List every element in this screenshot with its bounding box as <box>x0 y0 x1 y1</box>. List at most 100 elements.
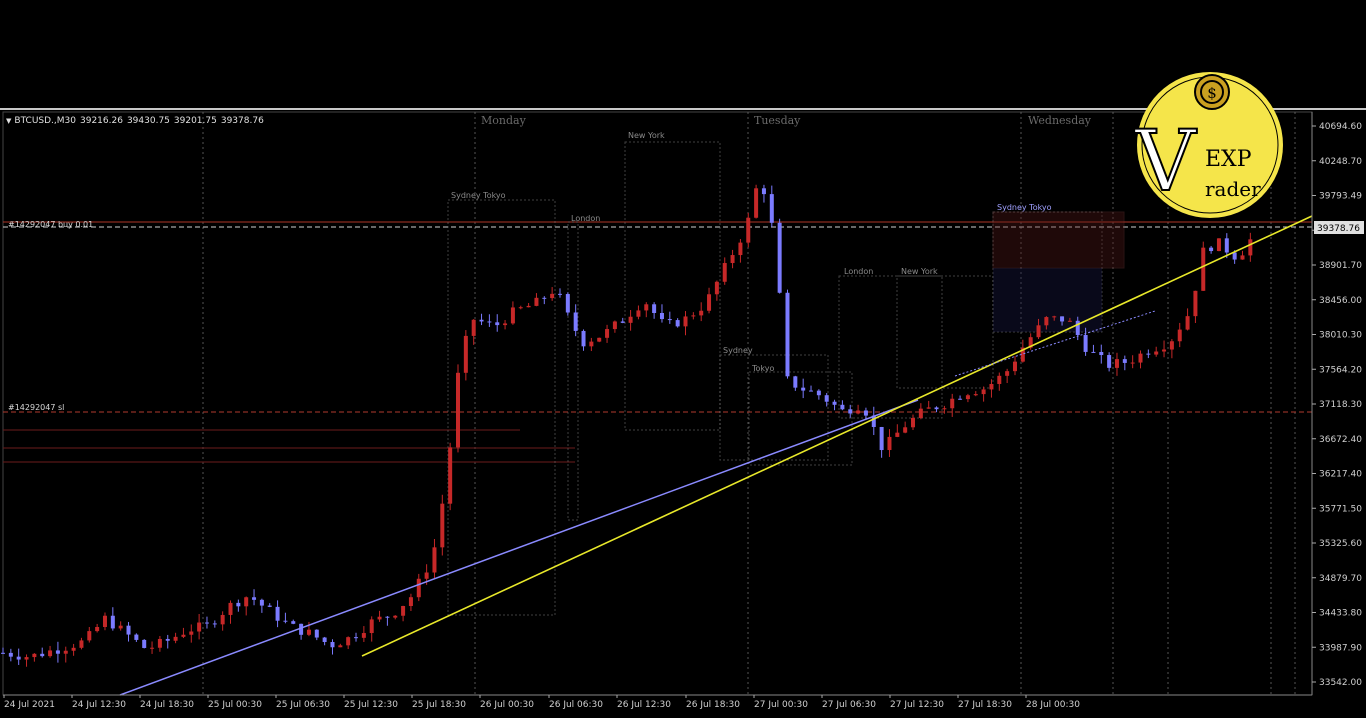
candle-body <box>157 638 162 648</box>
candle-body <box>197 622 202 632</box>
candle-body <box>887 436 892 451</box>
candle-body <box>63 650 68 654</box>
session-label: New York <box>628 131 665 140</box>
candle-body <box>40 653 45 657</box>
candle-body <box>1138 353 1143 363</box>
candle-body <box>212 623 217 625</box>
x-tick-label: 24 Jul 12:30 <box>72 700 126 710</box>
candle-body <box>322 637 327 643</box>
candle-body <box>1240 255 1245 260</box>
x-tick-label: 27 Jul 00:30 <box>754 700 808 710</box>
candle-body <box>911 417 916 428</box>
candle-body <box>346 637 351 646</box>
x-tick-label: 27 Jul 12:30 <box>890 700 944 710</box>
session-box-0 <box>447 199 556 616</box>
candle-body <box>424 572 429 579</box>
candle-body <box>338 645 343 648</box>
high-value: 39430.75 <box>126 116 170 126</box>
candle-body <box>699 310 704 316</box>
candle-body <box>142 639 147 648</box>
candle-body <box>236 602 241 607</box>
candle-body <box>1185 316 1190 330</box>
candle-body <box>863 410 868 416</box>
y-tick-label: 34879.70 <box>1319 574 1362 584</box>
candle-body <box>181 634 186 637</box>
yellow-trend-line <box>361 215 1313 657</box>
low-value: 39201.75 <box>173 116 217 126</box>
candle-body <box>667 319 672 321</box>
svg-text:$: $ <box>1207 84 1217 102</box>
candle-body <box>707 294 712 311</box>
candle-body <box>950 398 955 409</box>
candle-body <box>220 614 225 625</box>
x-tick-label: 25 Jul 06:30 <box>276 700 330 710</box>
candle-body <box>746 217 751 243</box>
x-tick-label: 26 Jul 06:30 <box>549 700 603 710</box>
candle-body <box>204 622 209 624</box>
candle-body <box>848 409 853 414</box>
y-tick-label: 35771.50 <box>1319 504 1362 514</box>
candle-body <box>228 602 233 615</box>
candle-body <box>173 636 178 641</box>
candle-body <box>1248 239 1253 256</box>
candle-body <box>126 625 131 635</box>
x-tick-label: 27 Jul 06:30 <box>822 700 876 710</box>
candle-body <box>1130 362 1135 364</box>
candle-body <box>385 616 390 618</box>
candle-body <box>573 312 578 331</box>
candle-body <box>510 307 515 324</box>
candle-body <box>32 653 37 658</box>
candle-body <box>769 194 774 223</box>
y-tick-label: 39793.49 <box>1319 192 1362 202</box>
candle-body <box>1162 349 1167 352</box>
candle-body <box>1044 317 1049 326</box>
session-label: New York <box>901 267 938 276</box>
candle-body <box>377 616 382 620</box>
candle-body <box>1107 355 1112 368</box>
y-tick-label: 35325.60 <box>1319 539 1362 549</box>
candle-body <box>683 316 688 327</box>
candle-body <box>463 335 468 373</box>
candle-body <box>87 631 92 641</box>
candle-body <box>1216 238 1221 252</box>
candle-body <box>605 329 610 338</box>
candle-body <box>118 625 123 629</box>
x-tick-label: 26 Jul 12:30 <box>617 700 671 710</box>
candle-body <box>456 372 461 448</box>
candle-body <box>934 407 939 410</box>
candle-body <box>110 615 115 629</box>
candle-body <box>306 629 311 635</box>
svg-text:EXP: EXP <box>1205 147 1252 172</box>
candle-body <box>989 383 994 390</box>
candle-body <box>628 316 633 323</box>
candle-body <box>809 390 814 392</box>
y-tick-label: 34433.80 <box>1319 609 1362 619</box>
candle-body <box>8 652 13 657</box>
y-tick-label: 40248.70 <box>1319 157 1362 167</box>
plot-border <box>2 111 1313 696</box>
symbol-label: BTCUSD.,M30 <box>14 116 76 126</box>
dropdown-triangle-icon[interactable]: ▼ <box>6 117 11 125</box>
candle-body <box>895 432 900 437</box>
candle-body <box>134 634 139 640</box>
candle-body <box>973 394 978 396</box>
candle-body <box>542 297 547 299</box>
candle-body <box>942 408 947 410</box>
candle-body <box>903 427 908 433</box>
candle-body <box>1122 359 1127 363</box>
candle-body <box>691 315 696 317</box>
sl-order-label[interactable]: #14292047 sl <box>8 403 64 412</box>
candle-body <box>16 656 21 660</box>
candle-body <box>1067 320 1072 322</box>
buy-order-label[interactable]: #14292047 buy 0.01 <box>8 220 93 229</box>
candle-body <box>55 650 60 654</box>
candle-body <box>534 297 539 306</box>
candle-body <box>393 615 398 618</box>
candle-body <box>840 404 845 410</box>
candle-body <box>526 305 531 308</box>
grid-layer <box>2 111 1313 696</box>
y-tick-label: 38010.30 <box>1319 331 1362 341</box>
candle-body <box>267 605 272 607</box>
candle-body <box>189 631 194 635</box>
candle-body <box>958 398 963 400</box>
